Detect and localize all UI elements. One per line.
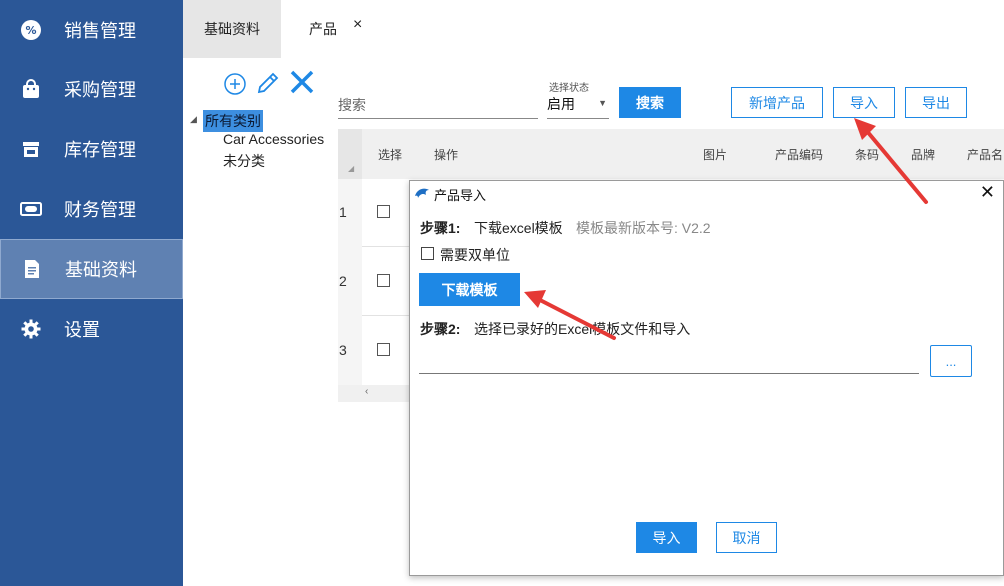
tab-label: 产品 [309,21,337,37]
sidebar-item-sales[interactable]: % 销售管理 [0,0,183,60]
column-header-product-name[interactable]: 产品名 [967,146,1003,163]
close-icon[interactable]: × [353,16,362,34]
shopping-bag-icon [20,78,42,100]
step2-text: 选择已录好的Excel模板文件和导入 [474,321,691,337]
column-header-product-code[interactable]: 产品编码 [775,146,823,163]
column-header-barcode[interactable]: 条码 [855,146,879,163]
delete-category-icon[interactable] [289,69,315,95]
column-header-actions[interactable]: 操作 [434,146,458,163]
dialog-cancel-button[interactable]: 取消 [716,522,777,553]
tab-bar: 基础资料 产品 × [183,0,1004,58]
sidebar-item-basic-data[interactable]: 基础资料 [0,239,183,299]
tab-basic-data[interactable]: 基础资料 [183,0,281,58]
sidebar-item-label: 财务管理 [64,200,136,220]
browse-file-button[interactable]: ... [930,345,972,377]
gear-icon [20,318,42,340]
sidebar-item-label: 销售管理 [64,21,136,41]
tree-node-uncategorized[interactable]: 未分类 [223,151,265,171]
row-number: 1 [339,204,347,220]
dual-unit-checkbox[interactable] [421,247,434,260]
add-product-button[interactable]: 新增产品 [731,87,823,118]
sort-corner-icon: ◢ [348,164,355,173]
horizontal-scrollbar[interactable] [362,385,412,402]
scroll-left-icon[interactable]: ‹ [365,386,368,397]
dialog-title: 产品导入 [434,188,487,203]
store-icon [20,138,42,160]
add-category-icon[interactable] [222,71,248,97]
row-number: 3 [339,342,347,358]
status-filter-label: 选择状态 [549,83,589,94]
svg-text:%: % [25,24,36,37]
download-template-button[interactable]: 下载模板 [419,273,520,306]
scrollbar-corner [338,385,362,402]
tree-node-car-accessories[interactable]: Car Accessories [223,131,324,147]
row-select-checkbox[interactable] [377,343,390,356]
sales-badge-icon: % [20,19,42,41]
sidebar-item-label: 采购管理 [64,80,136,100]
tree-expand-icon[interactable]: ◢ [190,114,197,125]
sidebar-item-settings[interactable]: 设置 [0,299,183,359]
sidebar-item-label: 库存管理 [64,140,136,160]
dolphin-logo-icon [414,186,430,205]
chevron-down-icon: ▼ [598,98,607,108]
search-button[interactable]: 搜索 [619,87,681,118]
search-input[interactable] [338,92,538,119]
sidebar-item-label: 基础资料 [65,260,137,280]
tab-product[interactable]: 产品 [281,0,381,58]
dual-unit-label: 需要双单位 [440,247,510,263]
column-header-brand[interactable]: 品牌 [911,146,935,163]
row-divider [362,246,412,247]
row-select-checkbox[interactable] [377,205,390,218]
close-icon[interactable]: ✕ [980,182,995,203]
document-icon [21,258,43,280]
money-icon [20,198,42,220]
file-path-input[interactable] [419,348,919,374]
sidebar: % 销售管理 采购管理 库存管理 财务管理 基础资料 设置 [0,0,183,586]
row-number: 2 [339,273,347,289]
step2-label: 步骤2: [420,321,461,337]
column-header-select[interactable]: 选择 [378,146,402,163]
row-divider [362,315,412,316]
step1-text: 下载excel模板 [474,220,563,236]
row-select-checkbox[interactable] [377,274,390,287]
import-dialog: 产品导入 ✕ 步骤1: 下载excel模板 模板最新版本号: V2.2 需要双单… [409,180,1004,576]
edit-category-icon[interactable] [255,70,281,96]
sidebar-item-inventory[interactable]: 库存管理 [0,119,183,179]
status-select-value: 启用 [547,96,575,112]
sidebar-item-finance[interactable]: 财务管理 [0,179,183,239]
export-button[interactable]: 导出 [905,87,967,118]
dialog-import-button[interactable]: 导入 [636,522,697,553]
status-select[interactable]: 启用 ▼ [547,94,609,119]
tree-root-all-categories[interactable]: 所有类别 [203,110,263,132]
template-version-hint: 模板最新版本号: V2.2 [576,220,711,236]
step1-label: 步骤1: [420,220,461,236]
sidebar-item-label: 设置 [64,320,100,340]
import-button[interactable]: 导入 [833,87,895,118]
sidebar-item-purchase[interactable]: 采购管理 [0,59,183,119]
tab-label: 基础资料 [204,21,260,37]
column-header-image[interactable]: 图片 [703,146,727,163]
